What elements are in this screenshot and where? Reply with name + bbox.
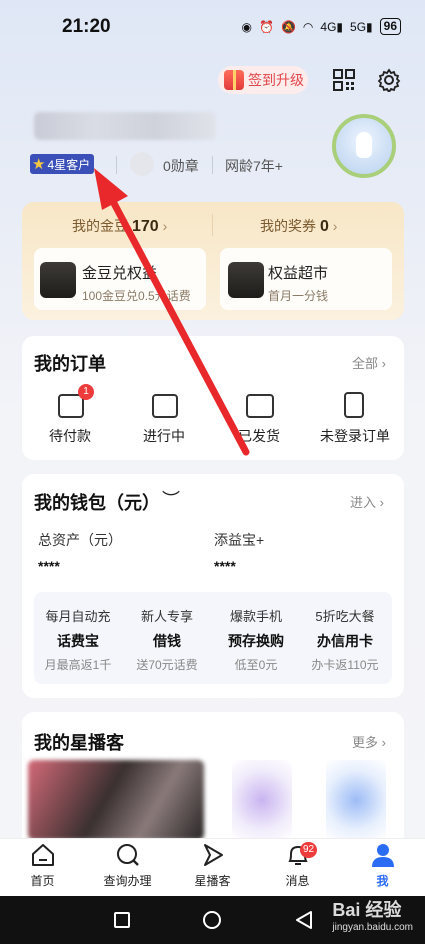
- promo-top: 新人专享: [140, 609, 193, 624]
- tab-label: 查询办理: [103, 874, 152, 888]
- promo-top: 爆款手机: [229, 609, 282, 624]
- video-thumbnail[interactable]: [326, 760, 386, 840]
- tab-label: 首页: [30, 874, 55, 888]
- divider: [212, 214, 213, 236]
- gift-icon: [224, 70, 244, 90]
- wallet-enter-link[interactable]: 进入 ›: [350, 492, 384, 511]
- tab-label: 星播客: [194, 874, 231, 888]
- market-title: 权益超市: [268, 265, 329, 282]
- signal-4g-icon: 4G▮: [320, 19, 344, 34]
- wifi-icon: ◠: [302, 19, 314, 34]
- my-coupons[interactable]: 我的奖券 0 ›: [260, 216, 337, 236]
- market-desc: 首月一分钱: [268, 289, 329, 303]
- orders-all-link[interactable]: 全部 ›: [352, 353, 386, 372]
- mute-icon: 🔕: [280, 19, 296, 34]
- recents-icon[interactable]: [114, 912, 130, 928]
- tab-me[interactable]: 我: [340, 842, 425, 889]
- tab-messages[interactable]: 消息: [255, 842, 340, 889]
- exchange-icon: [40, 262, 76, 298]
- tab-query[interactable]: 查询办理: [85, 842, 170, 889]
- tab-label: 消息: [285, 874, 310, 888]
- tab-xingbo[interactable]: 星播客: [170, 842, 255, 889]
- play-icon: [203, 844, 223, 866]
- star-level-label: 4星客户: [47, 157, 91, 172]
- username-blurred: [34, 112, 216, 140]
- market-icon: [228, 262, 264, 298]
- order-pending[interactable]: 待付款: [25, 426, 115, 446]
- promo-phone-trade[interactable]: 预存换购: [211, 631, 301, 651]
- promo-bottom: 月最高返1千: [44, 658, 112, 672]
- user-icon: [371, 844, 394, 867]
- medal-icon[interactable]: [130, 152, 154, 176]
- avatar[interactable]: [332, 114, 396, 178]
- box-progress-icon[interactable]: [152, 394, 178, 418]
- search-icon: [116, 844, 139, 866]
- chevron-right-icon: ›: [158, 218, 168, 234]
- star-icon: ★: [32, 155, 46, 173]
- back-icon[interactable]: [294, 910, 314, 930]
- beans-label: 我的金豆: [72, 218, 128, 234]
- coupons-label: 我的奖券: [260, 218, 316, 234]
- status-icons: ◉ ⏰ 🔕 ◠ 4G▮ 5G▮ 96: [242, 18, 401, 35]
- video-thumbnail[interactable]: [28, 760, 204, 840]
- tianyibao-value[interactable]: ****: [214, 558, 236, 574]
- video-thumbnail[interactable]: [232, 760, 292, 840]
- enter-label: 进入: [350, 495, 377, 510]
- promo-top: 每月自动充: [45, 609, 111, 624]
- order-shipped[interactable]: 已发货: [214, 426, 304, 446]
- total-assets-label: 总资产（元）: [38, 532, 122, 548]
- exchange-title: 金豆兑权益: [82, 265, 158, 282]
- total-assets-value[interactable]: ****: [38, 558, 60, 574]
- battery-indicator: 96: [379, 18, 401, 35]
- tianyibao-label: 添益宝+: [214, 532, 265, 548]
- xingbo-title: 我的星播客: [34, 733, 124, 753]
- qr-scan-icon[interactable]: [332, 68, 356, 92]
- chevron-right-icon: ›: [328, 218, 338, 234]
- divider: [212, 156, 213, 174]
- baidu-watermark: Bai 经验 jingyan.baidu.com: [332, 896, 413, 933]
- signin-upgrade-button[interactable]: 签到升级: [218, 66, 308, 94]
- message-count-badge: 92: [300, 842, 318, 858]
- more-label: 更多: [352, 735, 379, 750]
- star-level-badge[interactable]: ★ 4星客户: [30, 154, 95, 174]
- pending-badge: 1: [78, 384, 94, 400]
- promo-bottom: 送70元话费: [136, 658, 198, 672]
- wallet-title: 我的钱包（元）: [34, 493, 160, 513]
- medal-count[interactable]: 0勋章: [163, 156, 199, 176]
- promo-top: 5折吃大餐: [315, 609, 375, 624]
- all-label: 全部: [352, 356, 379, 371]
- gear-icon[interactable]: [377, 68, 401, 92]
- document-icon[interactable]: [344, 392, 364, 418]
- tab-home[interactable]: 首页: [0, 842, 85, 889]
- eye-icon: ◉: [241, 19, 252, 34]
- promo-credit-card[interactable]: 办信用卡: [300, 631, 390, 651]
- promo-huafeibao[interactable]: 话费宝: [33, 631, 123, 651]
- order-unlogged[interactable]: 未登录订单: [309, 426, 401, 446]
- order-in-progress[interactable]: 进行中: [119, 426, 209, 446]
- watermark-main: Bai 经验: [332, 900, 402, 920]
- promo-loan[interactable]: 借钱: [122, 631, 212, 651]
- coupons-value: 0: [320, 218, 329, 235]
- network-age: 网龄7年+: [225, 158, 283, 174]
- status-time: 21:20: [62, 16, 111, 37]
- tab-label: 我: [376, 874, 389, 888]
- signin-label: 签到升级: [248, 72, 304, 88]
- eye-closed-icon[interactable]: ︶: [162, 486, 180, 512]
- exchange-desc: 100金豆兑0.5元话费: [82, 289, 191, 303]
- home-icon: [31, 844, 54, 866]
- watermark-sub: jingyan.baidu.com: [332, 922, 413, 933]
- divider: [116, 156, 117, 174]
- beans-value: 170: [132, 218, 159, 235]
- my-beans[interactable]: 我的金豆 170 ›: [72, 216, 167, 236]
- orders-title: 我的订单: [34, 354, 106, 374]
- home-nav-icon[interactable]: [203, 911, 221, 929]
- promo-bottom: 办卡返110元: [311, 658, 379, 672]
- signal-5g-icon: 5G▮: [350, 19, 373, 34]
- truck-icon[interactable]: [246, 394, 274, 418]
- alarm-icon: ⏰: [259, 19, 274, 34]
- xingbo-more-link[interactable]: 更多 ›: [352, 732, 386, 751]
- promo-bottom: 低至0元: [234, 658, 278, 672]
